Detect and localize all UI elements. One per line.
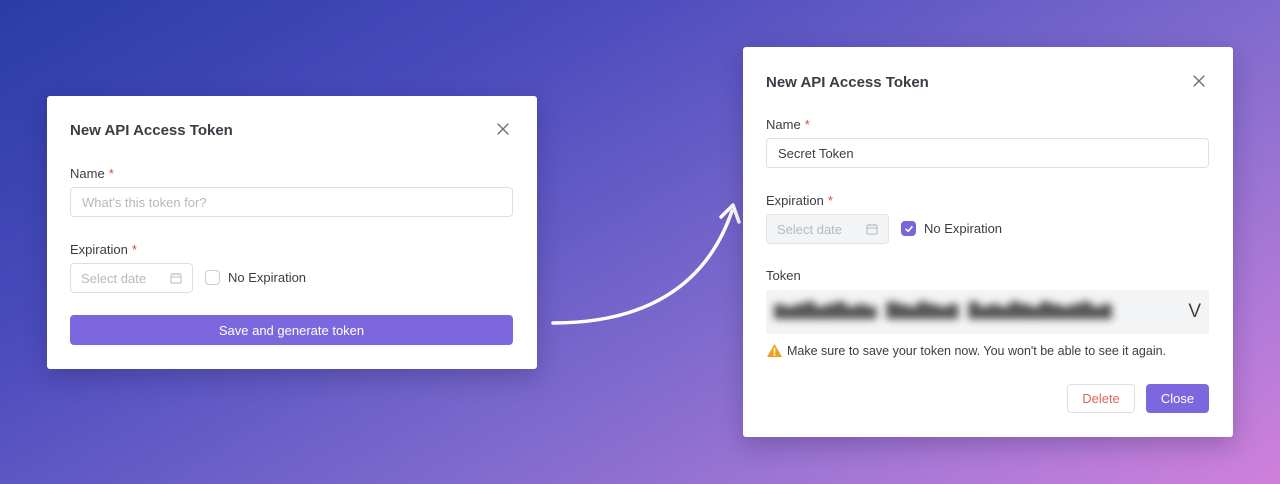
required-marker: * (827, 193, 833, 208)
token-value-box[interactable]: ▆▅▆▇▅▆▇▅▆▅ ▇▆▅▇▆▅▆ ▇▅▆▅▇▆▅▇▆▅▆▇▅▆ V (766, 290, 1209, 334)
no-expiration-checkbox[interactable]: No Expiration (205, 270, 306, 285)
expiration-label-text: Expiration (766, 193, 824, 208)
save-warning: Make sure to save your token now. You wo… (766, 343, 1166, 358)
save-generate-button[interactable]: Save and generate token (70, 315, 513, 345)
token-created-dialog: New API Access Token Name* Expiration* S… (743, 47, 1233, 437)
expiration-label-text: Expiration (70, 242, 128, 257)
close-button[interactable]: Close (1146, 384, 1209, 413)
date-placeholder: Select date (777, 221, 843, 237)
checkbox-box[interactable] (205, 270, 220, 285)
warning-text: Make sure to save your token now. You wo… (787, 343, 1167, 358)
name-label: Name * (70, 166, 114, 181)
close-icon[interactable] (496, 122, 510, 136)
no-expiration-label: No Expiration (924, 221, 1003, 236)
no-expiration-checkbox[interactable]: No Expiration (901, 221, 1002, 236)
name-input[interactable] (766, 138, 1209, 168)
expiration-label: Expiration * (70, 242, 137, 257)
check-icon[interactable] (901, 221, 916, 236)
token-label: Token (766, 268, 801, 283)
new-token-dialog: New API Access Token Name* Expiration* S… (47, 96, 537, 369)
date-picker[interactable]: Select date (70, 263, 193, 293)
calendar-icon (866, 223, 878, 235)
dialog-title: New API Access Token (766, 74, 929, 91)
expiration-label: Expiration * (766, 193, 833, 208)
dialog-title: New API Access Token (70, 122, 233, 139)
date-picker[interactable]: Select date (766, 214, 889, 244)
close-icon[interactable] (1192, 74, 1206, 88)
arrow-icon (551, 203, 741, 325)
no-expiration-label: No Expiration (228, 270, 307, 285)
warning-icon (767, 344, 782, 357)
required-marker: * (108, 166, 114, 181)
token-value-blurred: ▆▅▆▇▅▆▇▅▆▅ ▇▆▅▇▆▅▆ ▇▅▆▅▇▆▅▇▆▅▆▇▅▆ (774, 302, 1112, 321)
calendar-icon (170, 272, 182, 284)
required-marker: * (804, 117, 810, 132)
required-marker: * (131, 242, 137, 257)
token-end-char: V (1188, 301, 1201, 322)
name-label: Name * (766, 117, 810, 132)
name-input[interactable] (70, 187, 513, 217)
name-label-text: Name (766, 117, 801, 132)
name-label-text: Name (70, 166, 105, 181)
delete-button[interactable]: Delete (1067, 384, 1135, 413)
date-placeholder: Select date (81, 270, 147, 286)
